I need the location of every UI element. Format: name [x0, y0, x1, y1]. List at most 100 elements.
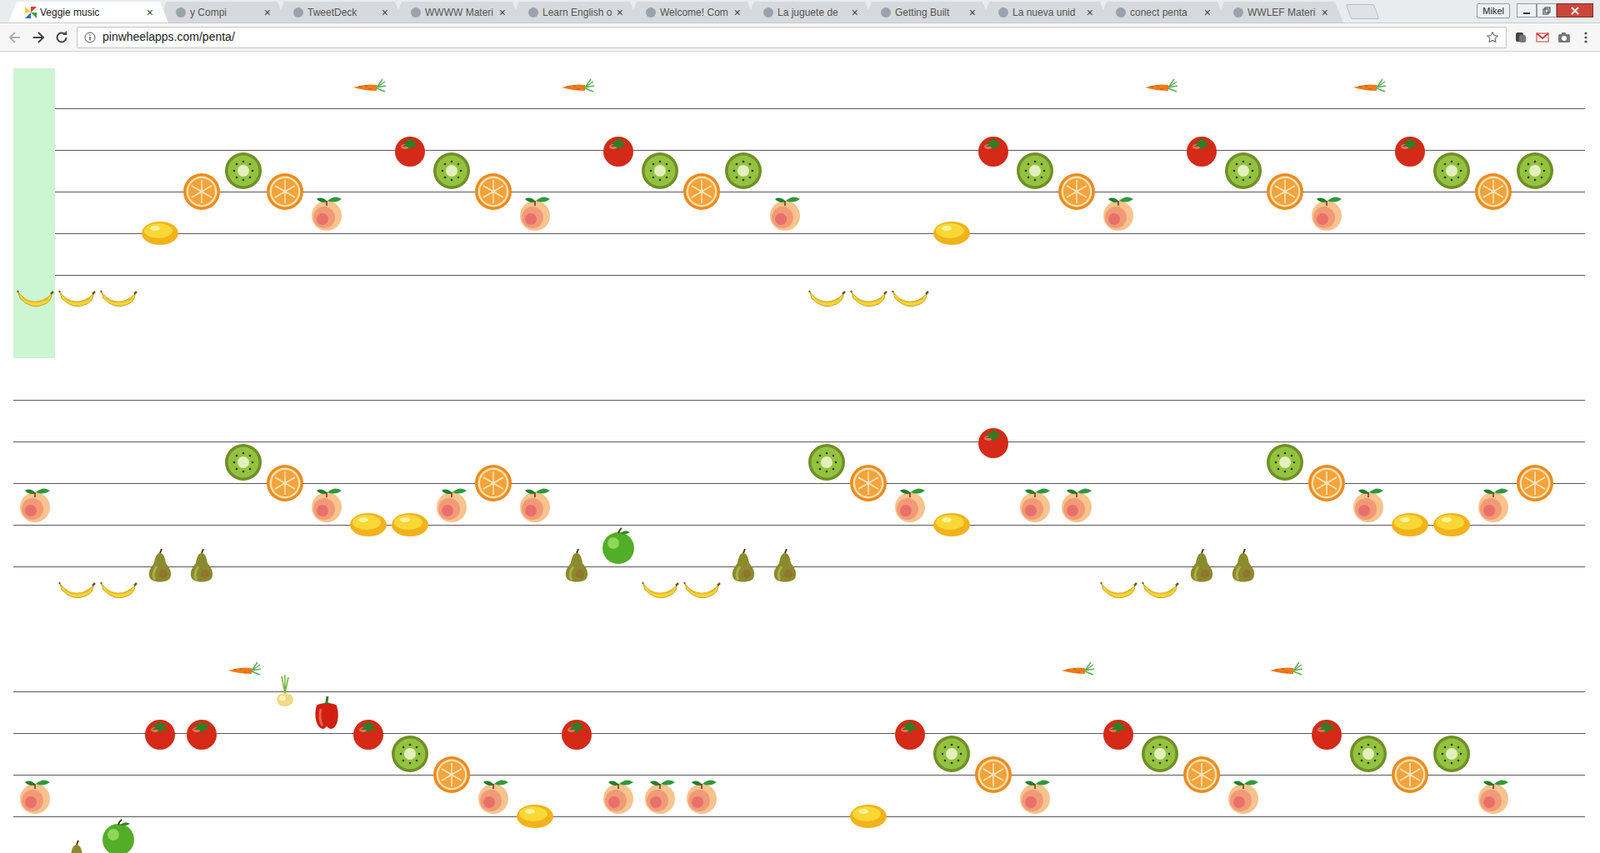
note[interactable] [14, 483, 56, 525]
note[interactable] [1055, 170, 1098, 213]
forward-icon[interactable] [30, 29, 47, 46]
note[interactable] [1305, 462, 1348, 505]
note[interactable] [972, 129, 1015, 171]
browser-tab[interactable]: Veggie music× [8, 1, 169, 23]
note[interactable] [680, 170, 723, 213]
tab-close-button[interactable]: × [969, 6, 976, 19]
browser-tab[interactable]: WWWW Materi× [393, 1, 521, 23]
note[interactable] [222, 650, 265, 692]
note[interactable] [639, 775, 681, 817]
note[interactable] [139, 212, 181, 255]
note[interactable] [14, 275, 56, 317]
note[interactable] [930, 504, 973, 546]
menu-icon[interactable] [1578, 30, 1594, 45]
note[interactable] [1347, 483, 1390, 525]
note[interactable] [1055, 483, 1098, 525]
close-window-icon[interactable] [1556, 3, 1594, 18]
note[interactable] [1430, 733, 1473, 775]
note[interactable] [1514, 462, 1556, 505]
note[interactable] [1180, 129, 1223, 171]
note[interactable] [889, 712, 931, 755]
note[interactable] [14, 775, 56, 817]
note[interactable] [1222, 775, 1265, 817]
note[interactable] [430, 150, 473, 192]
extension-icon[interactable] [1513, 30, 1529, 45]
tab-close-button[interactable]: × [264, 6, 271, 19]
browser-tab[interactable]: TweetDeck× [275, 1, 404, 23]
note[interactable] [597, 129, 640, 171]
note[interactable] [139, 545, 181, 588]
tab-close-button[interactable]: × [1321, 6, 1329, 19]
note[interactable] [889, 275, 931, 317]
note[interactable] [55, 275, 98, 317]
note[interactable] [597, 775, 640, 817]
note[interactable] [1264, 650, 1306, 692]
note[interactable] [347, 712, 390, 755]
note[interactable] [264, 170, 306, 213]
note[interactable] [972, 420, 1015, 463]
note[interactable] [139, 712, 181, 755]
note[interactable] [1430, 504, 1473, 546]
note[interactable] [805, 441, 848, 484]
note[interactable] [1055, 650, 1098, 692]
note[interactable] [1389, 504, 1431, 546]
note[interactable] [764, 191, 806, 234]
note[interactable] [597, 525, 640, 567]
browser-tab[interactable]: WWLEF Materi× [1215, 1, 1344, 23]
note[interactable] [847, 275, 890, 317]
note[interactable] [1139, 66, 1181, 109]
note[interactable] [264, 462, 306, 505]
note[interactable] [1222, 545, 1265, 588]
note[interactable] [180, 170, 223, 213]
note[interactable] [1014, 775, 1056, 817]
note[interactable] [305, 483, 348, 525]
note[interactable] [1472, 483, 1515, 525]
note[interactable] [347, 504, 390, 546]
tab-close-button[interactable]: × [1086, 6, 1094, 19]
note[interactable] [805, 275, 848, 317]
note[interactable] [847, 795, 890, 838]
note[interactable] [847, 462, 890, 505]
note[interactable] [1305, 712, 1348, 755]
browser-tab[interactable]: Welcome! Com× [628, 1, 756, 23]
tab-close-button[interactable]: × [734, 6, 741, 19]
camera-icon[interactable] [1556, 30, 1572, 45]
tab-close-button[interactable]: × [616, 6, 624, 19]
restore-icon[interactable] [1536, 3, 1557, 18]
note[interactable] [514, 191, 556, 234]
note[interactable] [930, 212, 973, 255]
note[interactable] [97, 275, 140, 317]
note[interactable] [1264, 170, 1306, 213]
note[interactable] [472, 775, 515, 817]
note[interactable] [430, 754, 473, 796]
note[interactable] [555, 712, 598, 755]
note[interactable] [1139, 566, 1181, 609]
minimize-icon[interactable] [1516, 3, 1537, 18]
note[interactable] [389, 733, 431, 775]
note[interactable] [472, 462, 515, 505]
reload-icon[interactable] [53, 29, 70, 46]
note[interactable] [222, 441, 265, 484]
gmail-icon[interactable] [1535, 30, 1550, 45]
note[interactable] [1014, 483, 1056, 525]
note[interactable] [1389, 129, 1431, 171]
browser-tab[interactable]: y Compi× [158, 1, 286, 23]
info-icon[interactable] [84, 31, 96, 44]
note[interactable] [1097, 191, 1140, 234]
back-icon[interactable] [6, 29, 24, 46]
note[interactable] [514, 795, 556, 838]
address-bar[interactable]: pinwheelapps.com/penta/ [76, 26, 1507, 49]
note[interactable] [1180, 754, 1223, 796]
note[interactable] [347, 66, 390, 109]
note[interactable] [472, 170, 515, 213]
note[interactable] [1430, 150, 1473, 192]
note[interactable] [430, 483, 473, 525]
note[interactable] [1180, 545, 1223, 588]
browser-tab[interactable]: Learn English o× [510, 1, 639, 23]
note[interactable] [97, 566, 140, 609]
note[interactable] [1472, 775, 1515, 817]
note[interactable] [722, 545, 765, 588]
note[interactable] [1347, 66, 1390, 109]
note[interactable] [389, 504, 431, 546]
browser-tab[interactable]: Getting Built× [863, 1, 991, 23]
